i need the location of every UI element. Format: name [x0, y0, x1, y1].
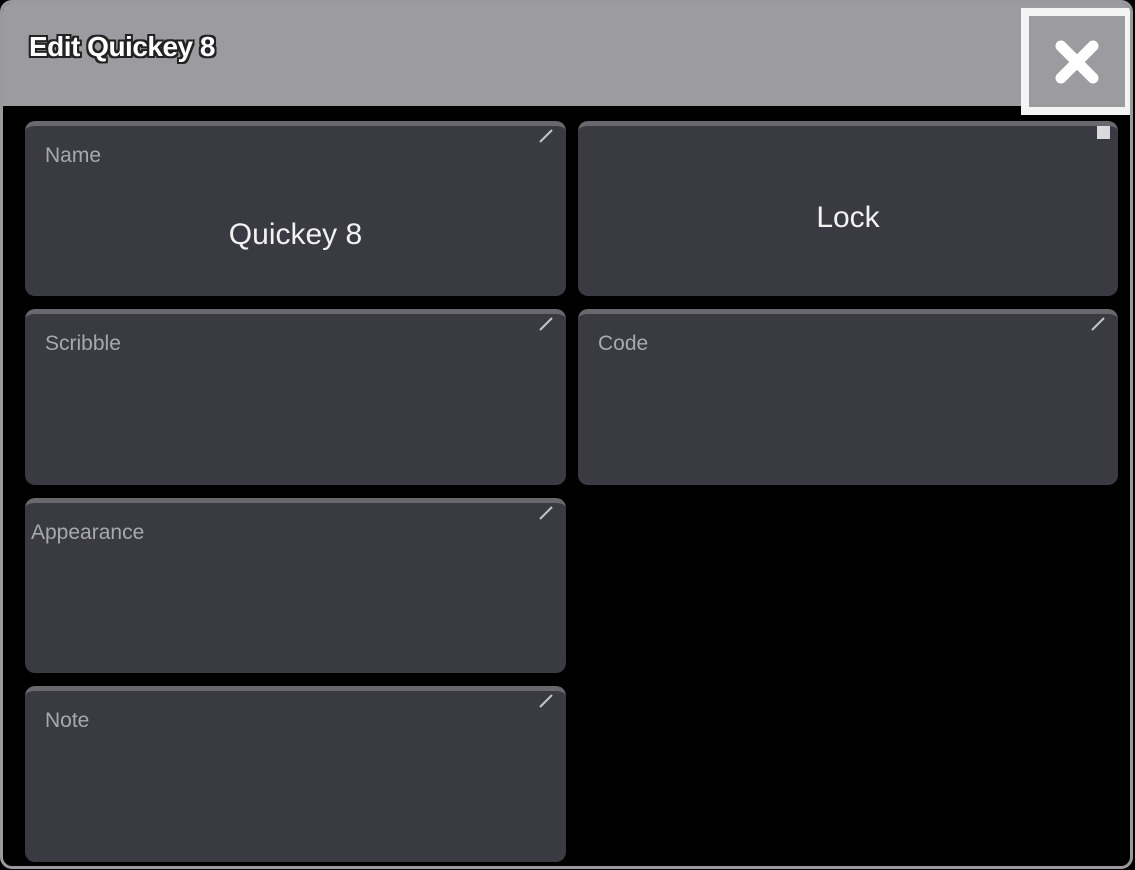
pencil-edit-icon — [538, 693, 554, 709]
name-field[interactable]: Name Quickey 8 — [25, 121, 566, 296]
pencil-edit-icon — [538, 505, 554, 521]
dialog-title: Edit Quickey 8 — [29, 31, 215, 63]
toggle-indicator-icon — [1097, 126, 1110, 139]
code-label: Code — [598, 332, 648, 356]
note-field[interactable]: Note — [25, 686, 566, 862]
pencil-edit-icon — [538, 128, 554, 144]
code-field[interactable]: Code — [578, 309, 1118, 485]
appearance-label: Appearance — [31, 521, 144, 545]
title-bar: Edit Quickey 8 — [3, 3, 1130, 106]
lock-toggle-button[interactable]: Lock — [578, 121, 1118, 296]
edit-quickey-dialog: Edit Quickey 8 Name Quickey 8 Lock Scrib… — [0, 0, 1133, 869]
note-label: Note — [45, 709, 89, 733]
appearance-field[interactable]: Appearance — [25, 498, 566, 673]
scribble-field[interactable]: Scribble — [25, 309, 566, 485]
close-icon — [1055, 40, 1099, 84]
pencil-edit-icon — [1090, 316, 1106, 332]
pencil-edit-icon — [538, 316, 554, 332]
name-value: Quickey 8 — [25, 218, 566, 252]
lock-label: Lock — [578, 201, 1118, 235]
scribble-label: Scribble — [45, 332, 121, 356]
close-button[interactable] — [1021, 8, 1133, 115]
name-label: Name — [45, 144, 101, 168]
